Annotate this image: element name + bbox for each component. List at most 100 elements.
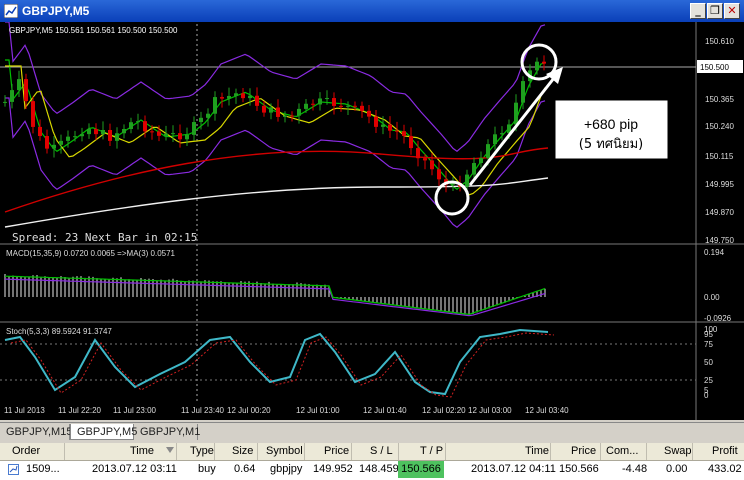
candle-body [17,79,21,91]
col-order[interactable]: Order [12,443,40,460]
candle-body [171,133,175,135]
time-axis-label: 12 Jul 01:40 [363,406,407,415]
minimize-button[interactable]: _ [690,3,706,19]
candle-body [367,110,371,117]
chart-info-line: GBPJPY,M5 150.561 150.561 150.500 150.50… [9,26,178,35]
tab-gbpjpy-m15[interactable]: GBPJPY,M15 [0,424,72,440]
candle-body [479,158,483,164]
col-close-time[interactable]: Time [525,443,549,460]
tab-gbpjpy-m1[interactable]: GBPJPY,M1 [134,424,200,440]
candle-body [304,103,308,109]
price-axis-label: 150.500 [700,63,729,72]
candle-body [325,98,329,100]
candle-body [297,108,301,116]
candle-body [185,134,189,140]
candle-body [227,95,231,99]
macd-label: MACD(15,35,9) 0.0720 0.0065 =>MA(3) 0.05… [6,249,176,258]
order-open-price: 149.952 [313,463,353,475]
candle-body [206,113,210,118]
candle-body [241,93,245,99]
order-row-icon [8,464,19,475]
candle-body [374,116,378,127]
order-type: buy [198,463,216,475]
col-type[interactable]: Type [190,443,214,460]
time-axis-label: 12 Jul 01:00 [296,406,340,415]
candle-body [388,124,392,131]
time-axis-label: 12 Jul 00:20 [227,406,271,415]
time-axis-label: 11 Jul 23:40 [181,406,225,415]
orders-table: Order Time Type Size Symbol Price S / L … [0,443,744,480]
order-open-time: 2013.07.12 03:11 [92,463,177,475]
candle-body [52,144,56,149]
candle-body [423,158,427,161]
tab-gbpjpy-m5[interactable]: GBPJPY,M5 [70,424,137,440]
close-button[interactable]: ✕ [724,3,740,19]
order-sl: 148.459 [359,463,399,475]
candle-body [248,95,252,99]
candle-body [255,95,259,106]
time-axis-label: 11 Jul 2013 [4,406,45,415]
price-axis-label: 149.750 [705,236,734,245]
candle-body [94,129,98,135]
orders-header: Order Time Type Size Symbol Price S / L … [0,443,744,461]
candle-body [430,160,434,170]
stoch-axis-label: 95 [704,330,713,339]
candle-body [290,115,294,117]
candle-body [3,101,7,103]
candle-body [339,105,343,107]
stoch-axis-label: 25 [704,376,713,385]
candle-body [220,97,224,99]
order-commission: -4.48 [622,463,648,475]
col-price[interactable]: Price [324,443,349,460]
chart-area[interactable]: GBPJPY,M5 150.561 150.561 150.500 150.50… [0,21,744,420]
candle-body [521,81,525,103]
macd-axis-label: -0.0926 [704,314,732,323]
candle-body [115,133,119,141]
order-tp: 150.566 [398,461,444,478]
col-commission[interactable]: Com... [606,443,638,460]
candle-body [234,93,238,96]
candle-body [276,107,280,117]
order-id: 1509... [26,463,60,475]
col-time[interactable]: Time [130,443,154,460]
candle-body [38,126,42,137]
candle-body [395,130,399,132]
restore-button[interactable]: ❐ [707,3,723,19]
candle-body [129,122,133,130]
candle-body [80,134,84,137]
time-axis-label: 12 Jul 02:20 [422,406,466,415]
candle-body [283,115,287,117]
candle-body [31,101,35,127]
stoch-label: Stoch(5,3,3) 89.5924 91.3747 [6,327,112,336]
col-size[interactable]: Size [232,443,253,460]
candle-body [381,124,385,127]
col-profit[interactable]: Profit [712,443,738,460]
candle-body [346,105,350,107]
candle-body [136,121,140,123]
sort-arrow-icon [166,447,174,453]
price-chart[interactable]: GBPJPY,M5 150.561 150.561 150.500 150.50… [0,21,744,420]
candle-body [437,169,441,180]
candle-body [108,129,112,141]
price-axis-label: 150.610 [705,37,734,46]
order-profit: 433.02 [708,463,742,475]
candle-body [143,121,147,132]
col-swap[interactable]: Swap [664,443,692,460]
col-sl[interactable]: S / L [370,443,393,460]
candle-body [500,133,504,135]
col-symbol[interactable]: Symbol [266,443,303,460]
candle-body [213,97,217,114]
col-tp[interactable]: T / P [420,443,443,460]
col-close-price[interactable]: Price [571,443,596,460]
candle-body [353,105,357,107]
time-axis-label: 12 Jul 03:40 [525,406,569,415]
candle-body [59,140,63,145]
candle-body [535,61,539,71]
candle-body [514,102,518,125]
spread-info: Spread: 23 Next Bar in 02:15 [12,231,197,244]
candle-body [332,98,336,106]
window-titlebar: GBPJPY,M5 _ ❐ ✕ [0,0,744,22]
candle-body [24,79,28,102]
order-close-time: 2013.07.12 04:11 [471,463,556,475]
candle-body [199,117,203,123]
